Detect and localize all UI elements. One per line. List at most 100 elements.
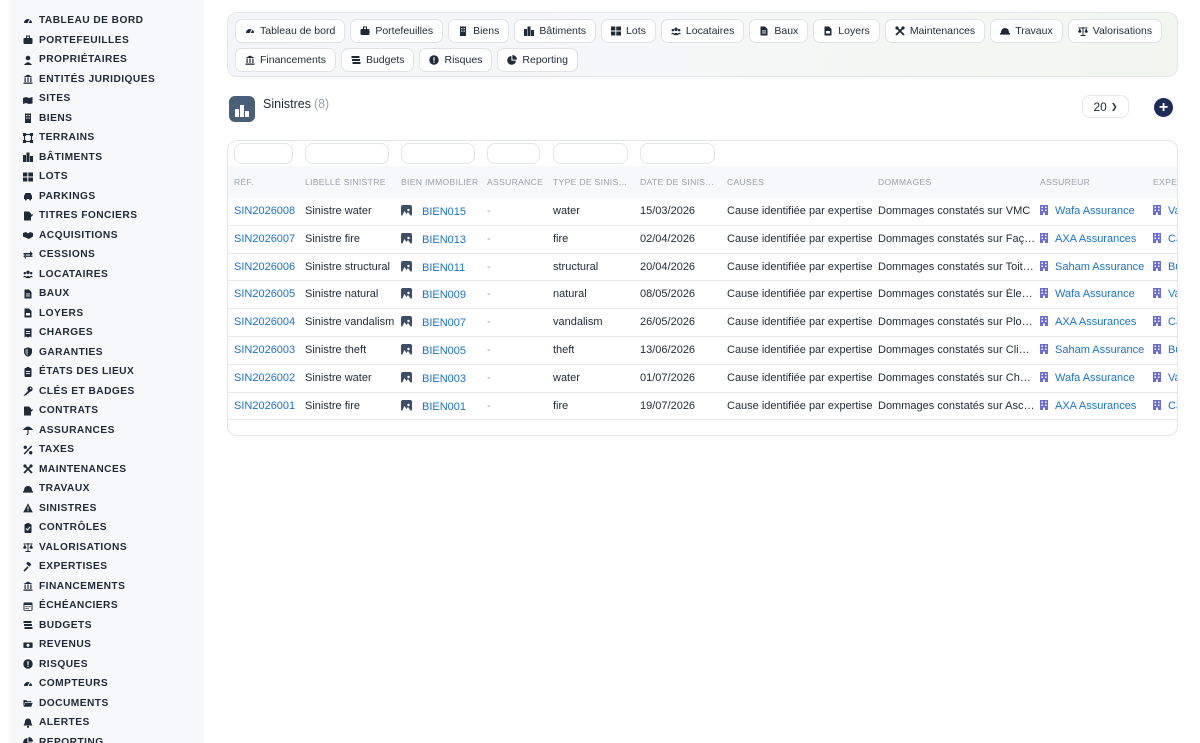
per-page-select[interactable]: 20 ❯: [1082, 95, 1129, 118]
sidebar-item-charges[interactable]: CHARGES: [10, 323, 204, 343]
sidebar-item-tableau-de-bord[interactable]: TABLEAU DE BORD: [10, 11, 204, 31]
cell-assureur[interactable]: AXA Assurances: [1040, 232, 1136, 245]
table-row[interactable]: SIN2026005 Sinistre natural BIEN009 - natura…: [228, 281, 1177, 310]
cell-ref[interactable]: SIN2026001: [234, 400, 295, 412]
nav-button-valorisations[interactable]: Valorisations: [1067, 19, 1163, 43]
nav-button-risques[interactable]: Risques: [419, 48, 493, 72]
column-header-assureur[interactable]: ASSUREUR: [1040, 177, 1090, 187]
cell-assureur[interactable]: AXA Assurances: [1040, 316, 1136, 328]
sidebar-item-expertises[interactable]: EXPERTISES: [10, 557, 204, 577]
cell-expert[interactable]: Va: [1153, 288, 1177, 300]
filter-input-ref[interactable]: [234, 143, 293, 164]
sidebar-item-revenus[interactable]: REVENUS: [10, 635, 204, 655]
cell-expert[interactable]: Ca: [1153, 399, 1177, 412]
nav-button-batiments[interactable]: Bâtiments: [514, 19, 597, 43]
filter-input-date-de-sinis[interactable]: [640, 143, 715, 164]
cell-ref[interactable]: SIN2026008: [234, 205, 295, 217]
sidebar-item-budgets[interactable]: BUDGETS: [10, 616, 204, 636]
sidebar-item-batiments[interactable]: BÂTIMENTS: [10, 148, 204, 168]
sidebar-item-reporting[interactable]: REPORTING: [10, 733, 204, 743]
cell-ref[interactable]: SIN2026007: [234, 233, 295, 245]
filter-input-libelle-sinistre[interactable]: [305, 143, 389, 164]
table-row[interactable]: SIN2026003 Sinistre theft BIEN005 - theft 13/…: [228, 337, 1177, 365]
table-row[interactable]: SIN2026007 Sinistre fire BIEN013 - fire 02/04…: [228, 226, 1177, 254]
cell-ref[interactable]: SIN2026002: [234, 372, 295, 384]
column-header-exper[interactable]: EXPER: [1153, 177, 1177, 187]
sidebar-item-garanties[interactable]: GARANTIES: [10, 343, 204, 363]
nav-button-biens[interactable]: Biens: [448, 19, 510, 43]
sidebar-item-valorisations[interactable]: VALORISATIONS: [10, 538, 204, 558]
column-header-dommages[interactable]: DOMMAGES: [878, 177, 932, 187]
sidebar-item-taxes[interactable]: TAXES: [10, 440, 204, 460]
column-header-assurance[interactable]: ASSURANCE: [487, 177, 543, 187]
sidebar-item-compteurs[interactable]: COMPTEURS: [10, 674, 204, 694]
sidebar-item-cles-et-badges[interactable]: CLÉS ET BADGES: [10, 382, 204, 402]
cell-bien[interactable]: BIEN001: [401, 399, 466, 413]
cell-ref[interactable]: SIN2026003: [234, 344, 295, 356]
cell-expert[interactable]: Bu: [1153, 343, 1177, 356]
cell-expert[interactable]: Ca: [1153, 232, 1177, 245]
filter-input-type-de-sinis[interactable]: [553, 143, 628, 164]
cell-assureur[interactable]: Wafa Assurance: [1040, 371, 1135, 384]
column-header-causes[interactable]: CAUSES: [727, 177, 764, 187]
cell-bien[interactable]: BIEN011: [401, 260, 465, 274]
column-header-type-de-sinis[interactable]: TYPE DE SINIS…: [553, 177, 627, 187]
nav-button-locataires[interactable]: Locataires: [660, 19, 745, 43]
column-header-libelle-sinistre[interactable]: LIBELLÉ SINISTRE: [305, 177, 386, 187]
cell-assureur[interactable]: AXA Assurances: [1040, 399, 1136, 412]
nav-button-tableau-de-bord[interactable]: Tableau de bord: [235, 19, 346, 43]
sidebar-item-echeanciers[interactable]: ÉCHÉANCIERS: [10, 596, 204, 616]
sidebar-item-financements[interactable]: FINANCEMENTS: [10, 577, 204, 597]
cell-assureur[interactable]: Saham Assurance: [1040, 343, 1144, 356]
sidebar-item-acquisitions[interactable]: ACQUISITIONS: [10, 226, 204, 246]
sidebar-item-maintenances[interactable]: MAINTENANCES: [10, 460, 204, 480]
sidebar-item-risques[interactable]: RISQUES: [10, 655, 204, 675]
cell-bien[interactable]: BIEN015: [401, 205, 466, 218]
column-header-bien-immobilier[interactable]: BIEN IMMOBILIER: [401, 177, 479, 187]
table-row[interactable]: SIN2026004 Sinistre vandalism BIEN007 - vand…: [228, 309, 1177, 337]
sidebar-item-titres-fonciers[interactable]: TITRES FONCIERS: [10, 206, 204, 226]
cell-bien[interactable]: BIEN009: [401, 288, 466, 301]
cell-bien[interactable]: BIEN013: [401, 232, 466, 246]
nav-button-lots[interactable]: Lots: [601, 19, 656, 43]
filter-input-assurance[interactable]: [487, 143, 540, 164]
table-row[interactable]: SIN2026006 Sinistre structural BIEN011 - str…: [228, 254, 1177, 282]
nav-button-budgets[interactable]: Budgets: [340, 48, 415, 72]
sidebar-item-portefeuilles[interactable]: PORTEFEUILLES: [10, 31, 204, 51]
sidebar-item-sinistres[interactable]: SINISTRES: [10, 499, 204, 519]
cell-bien[interactable]: BIEN005: [401, 343, 466, 357]
sidebar-item-travaux[interactable]: TRAVAUX: [10, 479, 204, 499]
table-row[interactable]: SIN2026008 Sinistre water BIEN015 - water 15/…: [228, 198, 1177, 226]
cell-expert[interactable]: Va: [1153, 371, 1177, 384]
sidebar-item-proprietaires[interactable]: PROPRIÉTAIRES: [10, 50, 204, 70]
sidebar-item-alertes[interactable]: ALERTES: [10, 713, 204, 733]
cell-bien[interactable]: BIEN007: [401, 316, 466, 329]
nav-button-loyers[interactable]: Loyers: [813, 19, 880, 43]
nav-button-maintenances[interactable]: Maintenances: [884, 19, 986, 43]
cell-assureur[interactable]: Wafa Assurance: [1040, 288, 1135, 300]
sidebar-item-documents[interactable]: DOCUMENTS: [10, 694, 204, 714]
cell-bien[interactable]: BIEN003: [401, 371, 466, 385]
nav-button-financements[interactable]: Financements: [235, 48, 336, 72]
table-row[interactable]: SIN2026001 Sinistre fire BIEN001 - fire 19/07…: [228, 393, 1177, 421]
sidebar-item-biens[interactable]: BIENS: [10, 109, 204, 129]
column-header-ref[interactable]: RÉF.: [234, 177, 254, 187]
sidebar-item-assurances[interactable]: ASSURANCES: [10, 421, 204, 441]
add-button[interactable]: +: [1154, 98, 1173, 117]
cell-expert[interactable]: Va: [1153, 205, 1177, 217]
sidebar-item-entites-juridiques[interactable]: ENTITÉS JURIDIQUES: [10, 70, 204, 90]
sidebar-item-cessions[interactable]: CESSIONS: [10, 245, 204, 265]
nav-button-portefeuilles[interactable]: Portefeuilles: [350, 19, 444, 43]
cell-expert[interactable]: Ca: [1153, 316, 1177, 328]
sidebar-item-lots[interactable]: LOTS: [10, 167, 204, 187]
sidebar-item-baux[interactable]: BAUX: [10, 284, 204, 304]
filter-input-bien-immobilier[interactable]: [401, 143, 475, 164]
nav-button-reporting[interactable]: Reporting: [497, 48, 578, 72]
table-row[interactable]: SIN2026002 Sinistre water BIEN003 - water 01/…: [228, 365, 1177, 393]
cell-ref[interactable]: SIN2026005: [234, 288, 295, 300]
sidebar-item-sites[interactable]: SITES: [10, 89, 204, 109]
nav-button-travaux[interactable]: Travaux: [990, 19, 1063, 43]
sidebar-item-locataires[interactable]: LOCATAIRES: [10, 265, 204, 285]
sidebar-item-loyers[interactable]: LOYERS: [10, 304, 204, 324]
sidebar-item-controles[interactable]: CONTRÔLES: [10, 518, 204, 538]
